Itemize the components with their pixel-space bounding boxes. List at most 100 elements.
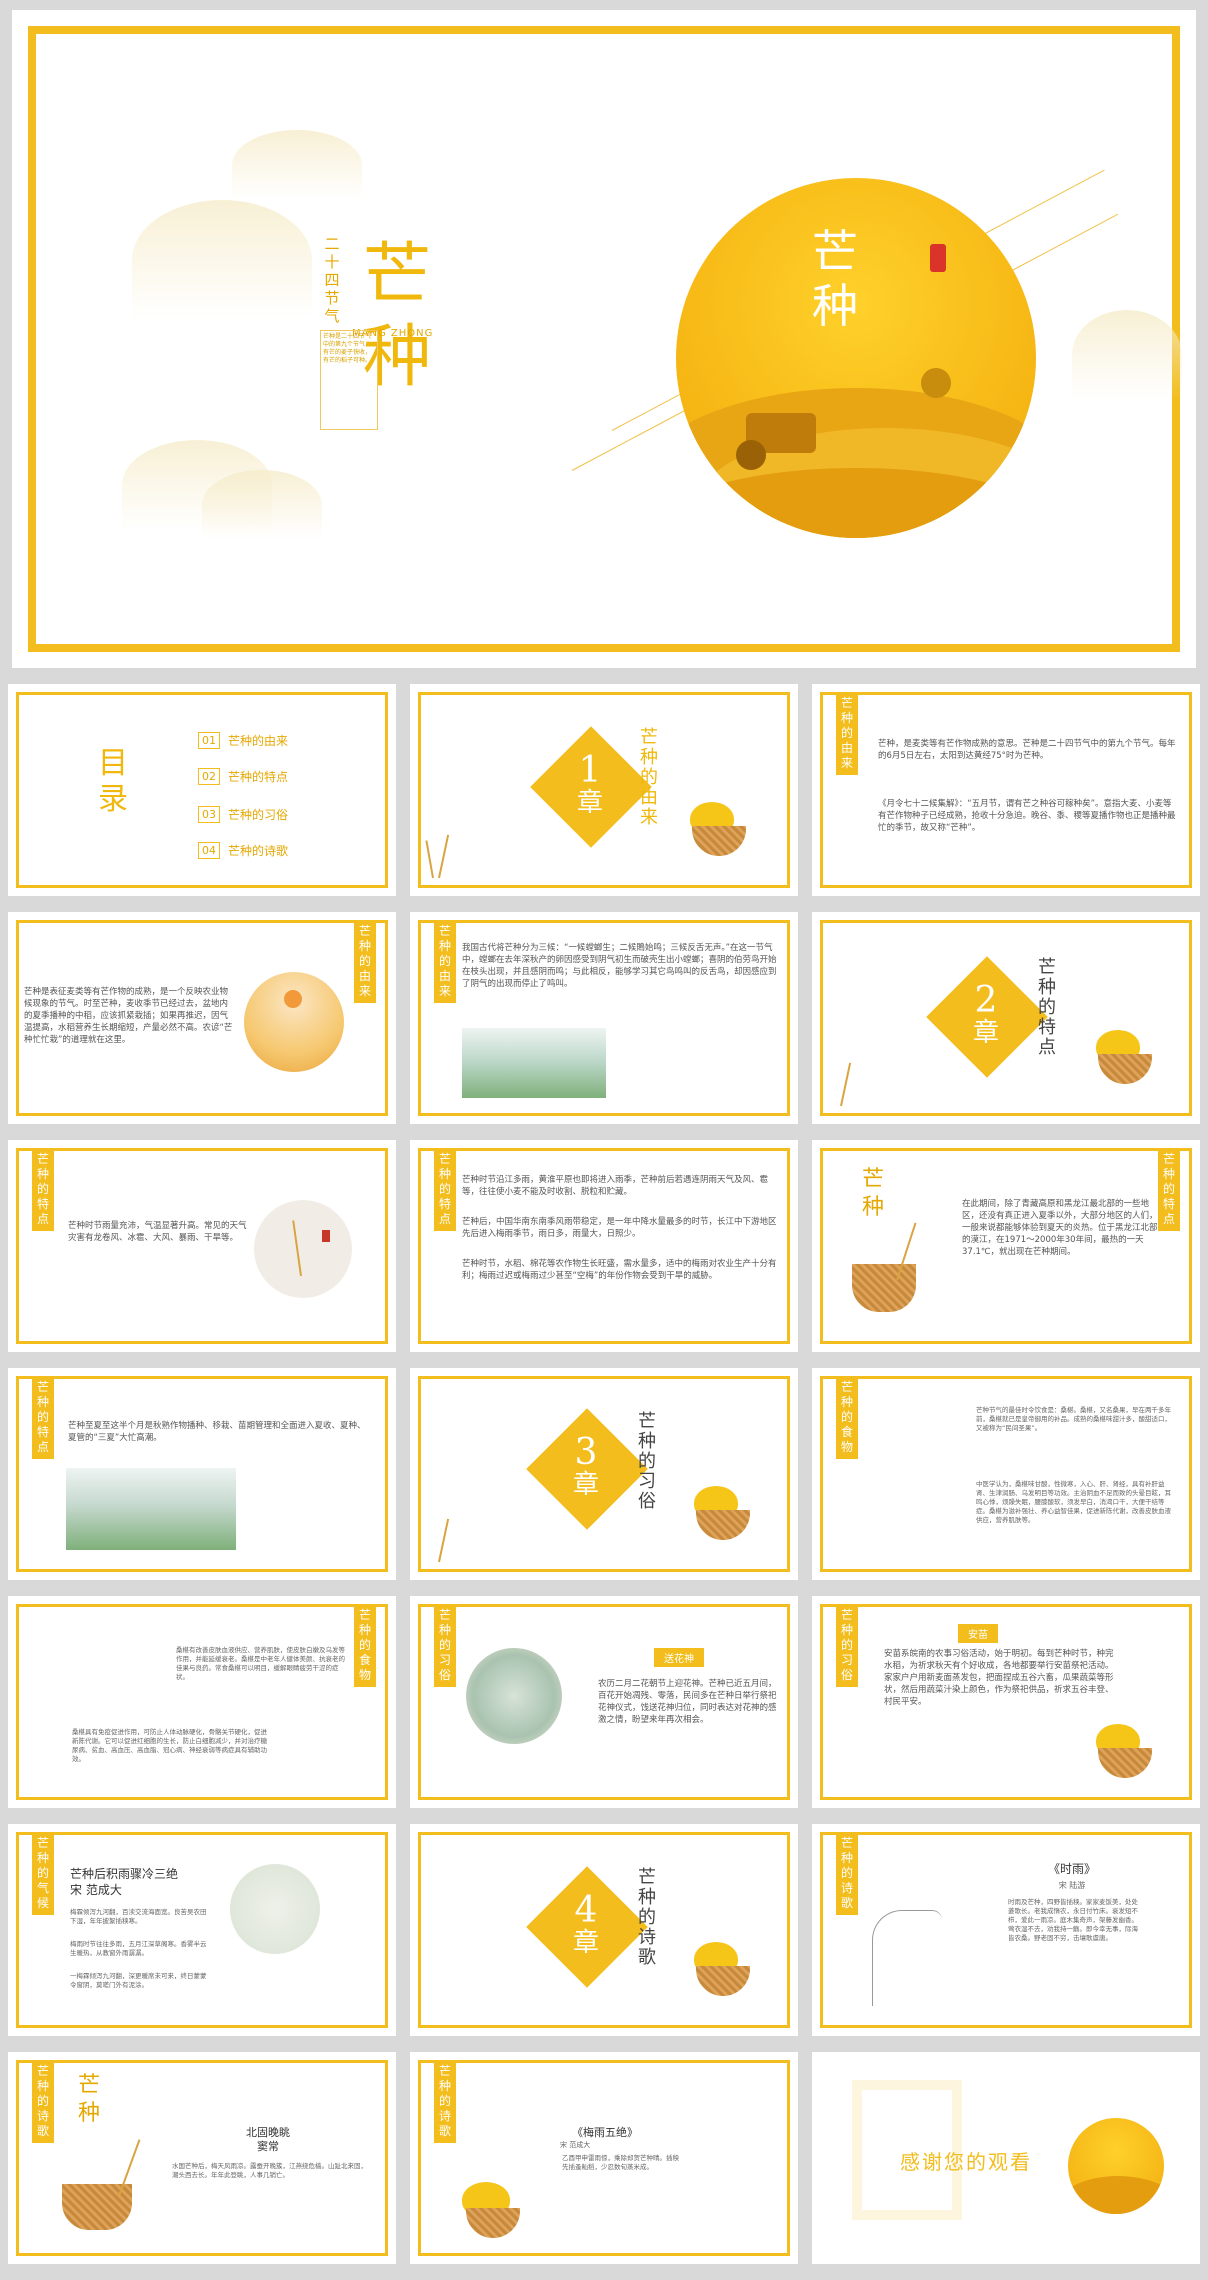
sun-title: 芒 种 (812, 225, 858, 333)
body-text: 芒种是表征麦类等有芒作物的成熟，是一个反映农业物候现象的节气。时至芒种，麦收季节… (24, 987, 233, 1045)
section-tag: 芒 种 的 特 点 (32, 1376, 54, 1459)
poem-title: 《梅雨五绝》 (572, 2126, 638, 2139)
slide-features-4[interactable]: 芒 种 的 特 点 芒种至夏至这半个月是秋熟作物播种、移栽、苗期管理和全面进入夏… (8, 1368, 396, 1580)
landscape-image (66, 1468, 236, 1550)
body-text: 芒种时节，水稻、棉花等农作物生长旺盛，需水量多，适中的梅雨对农业生产十分有利；梅… (462, 1259, 777, 1281)
body-text: 芒种后，中国华南东南季风雨带稳定，是一年中降水量最多的时节，长江中下游地区先后进… (462, 1217, 777, 1239)
body-text: 桑椹有改善皮肤血液供应、营养肌肤，使皮肤白嫩及乌发等作用，并能延缓衰老。桑椹是中… (176, 1646, 345, 1681)
body-text: 我国古代将芒种分为三候：“一候螳螂生；二候鵙始鸣；三候反舌无声。”在这一节气中，… (462, 943, 777, 989)
toc-item-poems[interactable]: 芒种的诗歌 (228, 842, 288, 859)
chapter-number: 3 (574, 1432, 598, 1473)
body-text: 芒种时节雨量充沛，气温显著升高。常见的天气灾害有龙卷风、冰雹、大风、暴雨、干旱等… (68, 1221, 247, 1243)
tractor-wheel-icon (736, 440, 766, 470)
chapter-title: 芒 种 的 诗 歌 (638, 1867, 656, 1968)
toc-title: 目 录 (98, 746, 128, 817)
slide-chapter-2[interactable]: 2 章 芒 种 的 特 点 (812, 912, 1200, 1124)
poem-text: 乙酉甲申雷雨惊，乘除却贺芒种晴。插秧先插蚤籼稻，少忍数旬蒸米成。 (562, 2154, 679, 2171)
slide-chapter-3[interactable]: 3 章 芒 种 的 习 俗 (410, 1368, 798, 1580)
slide-food-2[interactable]: 芒 种 的 食 物 桑椹有改善皮肤血液供应、营养肌肤，使皮肤白嫩及乌发等作用，并… (8, 1596, 396, 1808)
poem-text: 一梅霖倾泻九河翻，深更暖席未可来，终日蒙蒙令窗阴，莫嗟门外有泥涂。 (70, 1972, 207, 1989)
section-tag: 芒 种 的 食 物 (354, 1604, 376, 1687)
toc-num: 01 (198, 732, 220, 749)
landscape-image (462, 1028, 606, 1098)
toc-item-customs[interactable]: 芒种的习俗 (228, 806, 288, 823)
slide-origin-1[interactable]: 芒 种 的 由 来 芒种，是麦类等有芒作物成熟的意思。芒种是二十四节气中的第九个… (812, 684, 1200, 896)
body-text: 在此期间，除了青藏高原和黑龙江最北部的一些地区，还没有真正进入夏季以外，大部分地… (962, 1199, 1158, 1257)
body-text: 《月令七十二候集解》：“五月节，谓有芒之种谷可稼种矣”。意指大麦、小麦等有芒作物… (878, 799, 1176, 833)
custom-label: 送花神 (654, 1648, 704, 1667)
cover-slide[interactable]: 二 十 四 节 气 芒 种 MANG ZHONG 芒种是二十四节气中的第九个节气… (12, 10, 1196, 668)
mountain-shape (1072, 310, 1182, 400)
poem-title: 北固晚眺 窦常 (246, 2126, 290, 2153)
mountain-shape (202, 470, 322, 540)
flower-painting (230, 1864, 320, 1954)
section-tag: 芒 种 的 由 来 (434, 920, 456, 1003)
toc-item-features[interactable]: 芒种的特点 (228, 768, 288, 785)
slide-food-1[interactable]: 芒 种 的 食 物 芒种节气的最佳时令饮食是：桑椹。桑椹，又名桑果，早在两千多年… (812, 1368, 1200, 1580)
farmer-sketch (872, 1910, 942, 2006)
poem-title: 芒种后积雨骤冷三绝 宋 范成大 (70, 1867, 179, 1897)
slide-poem-3[interactable]: 芒 种 的 诗 歌 《梅雨五绝》 宋 范成大 乙酉甲申雷雨惊，乘除却贺芒种晴。插… (410, 2052, 798, 2264)
slide-features-1[interactable]: 芒 种 的 特 点 芒种时节雨量充沛，气温显著升高。常见的天气灾害有龙卷风、冰雹… (8, 1140, 396, 1352)
section-tag: 芒 种 的 特 点 (434, 1148, 456, 1231)
poem-text: 时雨及芒种，四野皆插秧。家家麦饭美，处处菱歌长。老我成惰农，永日付竹床。衰发短不… (1008, 1898, 1138, 1942)
body-text: 芒种至夏至这半个月是秋熟作物播种、移栽、苗期管理和全面进入夏收、夏种、夏管的“三… (68, 1421, 366, 1443)
chapter-word: 章 (572, 1928, 599, 1958)
section-tag: 芒 种 的 诗 歌 (32, 2060, 54, 2143)
poem-author: 宋 陆游 (1058, 1881, 1086, 1890)
chapter-word: 章 (576, 788, 603, 818)
slide-chapter-1[interactable]: 1 章 芒 种 的 由 来 (410, 684, 798, 896)
slide-features-3[interactable]: 芒 种 的 特 点 芒 种 在此期间，除了青藏高原和黑龙江最北部的一些地区，还没… (812, 1140, 1200, 1352)
chapter-word: 章 (972, 1018, 999, 1048)
wheat-field-image (244, 972, 344, 1072)
mountain-shape (132, 200, 312, 320)
section-tag: 芒 种 的 由 来 (354, 920, 376, 1003)
sun-illustration (1068, 2118, 1164, 2214)
body-text: 芒种节气的最佳时令饮食是：桑椹。桑椹，又名桑果，早在两千多年前，桑椹就已是皇帝御… (976, 1406, 1171, 1432)
seal-stamp (322, 1230, 330, 1242)
slide-customs-2[interactable]: 芒 种 的 习 俗 安苗 安苗系皖南的农事习俗活动，始于明初。每到芒种时节，种完… (812, 1596, 1200, 1808)
thanks-text: 感谢您的观看 (900, 2150, 1032, 2174)
chapter-number: 2 (974, 980, 998, 1021)
mini-title: 芒 种 (862, 1167, 885, 1220)
chapter-title: 芒 种 的 习 俗 (638, 1411, 656, 1512)
slide-poem-2[interactable]: 芒 种 的 诗 歌 芒 种 北固晚眺 窦常 水国芒种后，梅天风雨凉。露蚕开晚簇，… (8, 2052, 396, 2264)
mountain-shape (232, 130, 362, 200)
section-tag: 芒 种 的 特 点 (32, 1148, 54, 1231)
body-text: 中医学认为，桑椹味甘酸，性微寒，入心、肝、肾经，具有补肝益肾、生津润肠、乌发明目… (976, 1480, 1171, 1524)
poem-title: 《时雨》 (1047, 1862, 1096, 1876)
body-text: 芒种，是麦类等有芒作物成熟的意思。芒种是二十四节气中的第九个节气。每年的6月5日… (878, 739, 1176, 761)
custom-label: 安苗 (958, 1624, 998, 1643)
body-text: 农历二月二花朝节上迎花神。芒种已近五月间，百花开始凋残、零落，民间多在芒种日举行… (598, 1679, 777, 1725)
sun-icon (284, 990, 302, 1008)
poem-author: 宋 范成大 (560, 2141, 591, 2149)
chapter-title: 芒 种 的 特 点 (1038, 957, 1056, 1058)
basket-icon (852, 1264, 916, 1312)
section-tag: 芒 种 的 诗 歌 (434, 2060, 456, 2143)
tree-icon (921, 368, 951, 398)
toc-item-origin[interactable]: 芒种的由来 (228, 732, 288, 749)
chapter-number: 4 (574, 1890, 598, 1931)
toc-num: 04 (198, 842, 220, 859)
slide-features-2[interactable]: 芒 种 的 特 点 芒种时节沿江多雨，黄淮平原也即将进入雨季，芒种前后若遇连阴雨… (410, 1140, 798, 1352)
slide-customs-1[interactable]: 芒 种 的 习 俗 送花神 农历二月二花朝节上迎花神。芒种已近五月间，百花开始凋… (410, 1596, 798, 1808)
body-text: 芒种时节沿江多雨，黄淮平原也即将进入雨季，芒种前后若遇连阴雨天气及风、雹等，往往… (462, 1175, 769, 1197)
toc-num: 02 (198, 768, 220, 785)
section-tag: 芒 种 的 由 来 (836, 692, 858, 775)
section-tag: 芒 种 的 诗 歌 (836, 1832, 858, 1915)
section-tag: 芒 种 的 气 候 (32, 1832, 54, 1915)
section-tag: 芒 种 的 习 俗 (836, 1604, 858, 1687)
toc-num: 03 (198, 806, 220, 823)
slide-toc[interactable]: 目 录 01 芒种的由来 02 芒种的特点 03 芒种的习俗 04 芒种的诗歌 (8, 684, 396, 896)
slide-climate[interactable]: 芒 种 的 气 候 芒种后积雨骤冷三绝 宋 范成大 梅霖倾泻九河翻，百渎交流海面… (8, 1824, 396, 2036)
slide-frame (16, 2060, 388, 2256)
slide-chapter-4[interactable]: 4 章 芒 种 的 诗 歌 (410, 1824, 798, 2036)
slide-origin-3[interactable]: 芒 种 的 由 来 我国古代将芒种分为三候：“一候螳螂生；二候鵙始鸣；三候反舌无… (410, 912, 798, 1124)
body-text: 桑椹具有免疫促进作用，可防止人体动脉硬化，骨骼关节硬化，促进新陈代谢。它可以促进… (72, 1728, 267, 1763)
poem-text: 梅雨时节往往多雨，五月江深草阁寒。香雾半云生暖热，从教窗外雨潺潺。 (70, 1940, 207, 1957)
slide-origin-2[interactable]: 芒 种 的 由 来 芒种是表征麦类等有芒作物的成熟，是一个反映农业物候现象的节气… (8, 912, 396, 1124)
section-tag: 芒 种 的 习 俗 (434, 1604, 456, 1687)
slide-thanks[interactable]: 感谢您的观看 (812, 2052, 1200, 2264)
chapter-word: 章 (572, 1470, 599, 1500)
slide-poem-1[interactable]: 芒 种 的 诗 歌 《时雨》 宋 陆游 时雨及芒种，四野皆插秧。家家麦饭美，处处… (812, 1824, 1200, 2036)
